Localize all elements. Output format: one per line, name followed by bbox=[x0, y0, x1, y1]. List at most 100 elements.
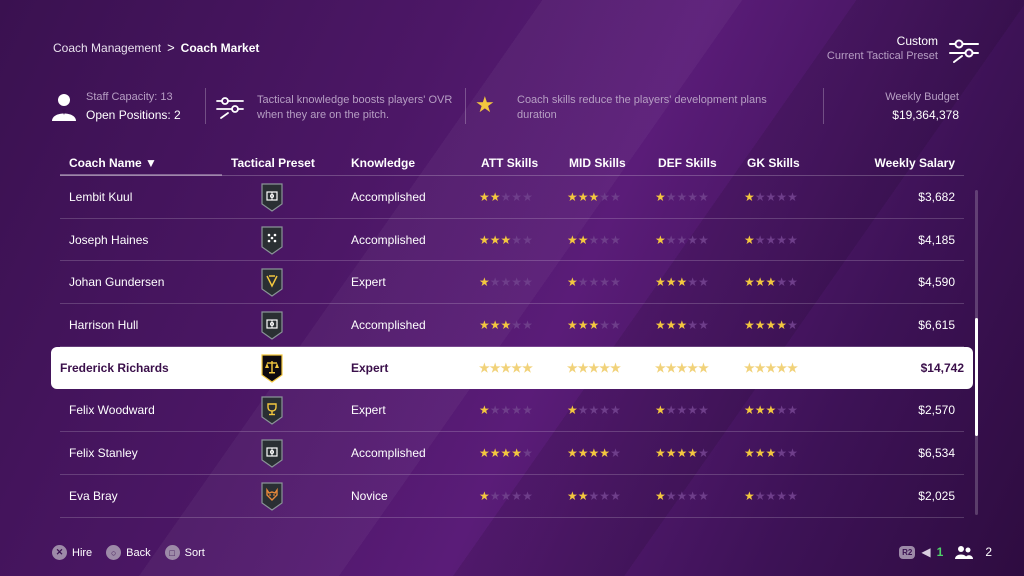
table-row[interactable]: Eva Bray Novice ★★★★★ ★★★★★ ★★★★★ ★★★★★ $2,025 bbox=[60, 475, 964, 518]
att-skills-rating: ★★★★★ bbox=[479, 446, 533, 460]
back-button[interactable]: ○ Back bbox=[106, 545, 151, 560]
header-tactical-preset[interactable]: Tactical Preset bbox=[231, 156, 315, 170]
star-empty-icon: ★ bbox=[787, 445, 798, 460]
coach-name: Joseph Haines bbox=[69, 232, 149, 247]
star-filled-icon: ★ bbox=[665, 445, 677, 460]
header-gk-skills[interactable]: GK Skills bbox=[747, 156, 800, 170]
divider bbox=[465, 88, 466, 124]
star-filled-icon: ★ bbox=[665, 361, 677, 376]
star-filled-icon: ★ bbox=[479, 275, 490, 290]
star-empty-icon: ★ bbox=[599, 275, 611, 290]
arrows-icon bbox=[261, 268, 283, 297]
star-filled-icon: ★ bbox=[655, 361, 666, 376]
info-bar: Staff Capacity: 13 Open Positions: 2 Tac… bbox=[50, 88, 970, 128]
star-filled-icon: ★ bbox=[479, 361, 490, 376]
star-filled-icon: ★ bbox=[655, 317, 666, 332]
table-body: Lembit Kuul Accomplished ★★★★★ ★★★★★ ★★★★★ ★★… bbox=[51, 176, 973, 518]
star-empty-icon: ★ bbox=[776, 189, 788, 204]
star-filled-icon: ★ bbox=[665, 275, 677, 290]
square-button-icon: □ bbox=[164, 545, 180, 560]
star-empty-icon: ★ bbox=[665, 189, 677, 204]
star-filled-icon: ★ bbox=[500, 232, 512, 247]
table-row[interactable]: Felix Woodward Expert ★★★★★ ★★★★★ ★★★★★ ★★★★★… bbox=[60, 389, 964, 433]
star-filled-icon: ★ bbox=[577, 189, 589, 204]
coach-table: Coach Name ▼ Tactical Preset Knowledge A… bbox=[51, 150, 973, 518]
star-filled-icon: ★ bbox=[655, 403, 666, 418]
star-filled-icon: ★ bbox=[754, 275, 766, 290]
mid-skills-rating: ★★★★★ bbox=[567, 318, 621, 332]
star-empty-icon: ★ bbox=[522, 232, 533, 247]
star-filled-icon: ★ bbox=[676, 361, 688, 376]
back-label: Back bbox=[126, 546, 151, 559]
scrollbar-thumb[interactable] bbox=[975, 318, 978, 436]
knowledge-level: Expert bbox=[351, 403, 386, 418]
hire-button[interactable]: ✕ Hire bbox=[52, 545, 92, 560]
att-skills-rating: ★★★★★ bbox=[479, 403, 533, 417]
weekly-salary: $4,185 bbox=[918, 232, 955, 247]
star-empty-icon: ★ bbox=[776, 445, 788, 460]
star-empty-icon: ★ bbox=[511, 488, 523, 503]
star-empty-icon: ★ bbox=[522, 317, 533, 332]
att-skills-rating: ★★★★★ bbox=[479, 318, 533, 332]
table-row[interactable]: Joseph Haines Accomplished ★★★★★ ★★★★★ ★★★★★… bbox=[60, 219, 964, 262]
star-filled-icon: ★ bbox=[744, 189, 755, 204]
sort-button[interactable]: □ Sort bbox=[164, 545, 205, 560]
table-row[interactable]: Lembit Kuul Accomplished ★★★★★ ★★★★★ ★★★★★ ★★… bbox=[60, 176, 964, 219]
star-filled-icon: ★ bbox=[787, 361, 798, 376]
star-filled-icon: ★ bbox=[676, 275, 688, 290]
formation-icon bbox=[261, 225, 283, 255]
sort-label: Sort bbox=[184, 546, 205, 559]
header-def-skills[interactable]: DEF Skills bbox=[658, 156, 717, 170]
table-row[interactable]: Felix Stanley Accomplished ★★★★★ ★★★★★ ★★★★★… bbox=[60, 432, 964, 475]
coach-name: Frederick Richards bbox=[60, 361, 169, 376]
r2-button-icon[interactable]: R2 bbox=[899, 545, 916, 559]
sliders-icon[interactable] bbox=[948, 36, 980, 64]
coach-name: Johan Gundersen bbox=[69, 275, 165, 290]
star-filled-icon: ★ bbox=[744, 445, 755, 460]
table-row[interactable]: Johan Gundersen Expert ★★★★★ ★★★★★ ★★★★★ ★★★★… bbox=[60, 261, 964, 305]
breadcrumb-parent[interactable]: Coach Management bbox=[53, 41, 161, 55]
star-empty-icon: ★ bbox=[665, 488, 677, 503]
star-empty-icon: ★ bbox=[610, 232, 621, 247]
star-filled-icon: ★ bbox=[754, 445, 766, 460]
star-empty-icon: ★ bbox=[754, 189, 766, 204]
star-empty-icon: ★ bbox=[599, 189, 611, 204]
star-filled-icon: ★ bbox=[479, 189, 490, 204]
weekly-budget-label: Weekly Budget bbox=[885, 91, 959, 103]
star-filled-icon: ★ bbox=[479, 445, 490, 460]
star-empty-icon: ★ bbox=[698, 445, 709, 460]
star-empty-icon: ★ bbox=[588, 275, 600, 290]
weekly-salary: $14,742 bbox=[920, 361, 964, 376]
star-filled-icon: ★ bbox=[567, 189, 578, 204]
header-weekly-salary[interactable]: Weekly Salary bbox=[874, 156, 955, 170]
breadcrumb-separator: > bbox=[167, 40, 175, 55]
scales-icon bbox=[261, 354, 283, 383]
star-empty-icon: ★ bbox=[489, 403, 501, 418]
divider bbox=[823, 88, 824, 124]
star-empty-icon: ★ bbox=[522, 403, 533, 418]
star-filled-icon: ★ bbox=[567, 361, 578, 376]
star-empty-icon: ★ bbox=[599, 403, 611, 418]
header-att-skills[interactable]: ATT Skills bbox=[481, 156, 538, 170]
star-filled-icon: ★ bbox=[588, 445, 600, 460]
coach-name: Felix Stanley bbox=[69, 445, 138, 460]
star-filled-icon: ★ bbox=[588, 361, 600, 376]
star-empty-icon: ★ bbox=[588, 488, 600, 503]
table-row-selected[interactable]: Frederick Richards Expert ★★★★★ ★★★★★ ★★★★★ ★… bbox=[51, 346, 973, 390]
star-empty-icon: ★ bbox=[599, 317, 611, 332]
star-filled-icon: ★ bbox=[599, 361, 611, 376]
header-mid-skills[interactable]: MID Skills bbox=[569, 156, 626, 170]
table-row[interactable]: Harrison Hull Accomplished ★★★★★ ★★★★★ ★★★★★… bbox=[60, 304, 964, 347]
star-filled-icon: ★ bbox=[655, 189, 666, 204]
def-skills-rating: ★★★★★ bbox=[655, 489, 709, 503]
star-empty-icon: ★ bbox=[500, 189, 512, 204]
header-knowledge[interactable]: Knowledge bbox=[351, 156, 415, 170]
star-empty-icon: ★ bbox=[765, 189, 777, 204]
star-empty-icon: ★ bbox=[665, 403, 677, 418]
star-empty-icon: ★ bbox=[522, 189, 533, 204]
star-filled-icon: ★ bbox=[479, 488, 490, 503]
header-coach-name[interactable]: Coach Name ▼ bbox=[69, 156, 157, 170]
star-filled-icon: ★ bbox=[567, 232, 578, 247]
knowledge-level: Accomplished bbox=[351, 189, 426, 204]
att-skills-rating: ★★★★★ bbox=[479, 489, 533, 503]
